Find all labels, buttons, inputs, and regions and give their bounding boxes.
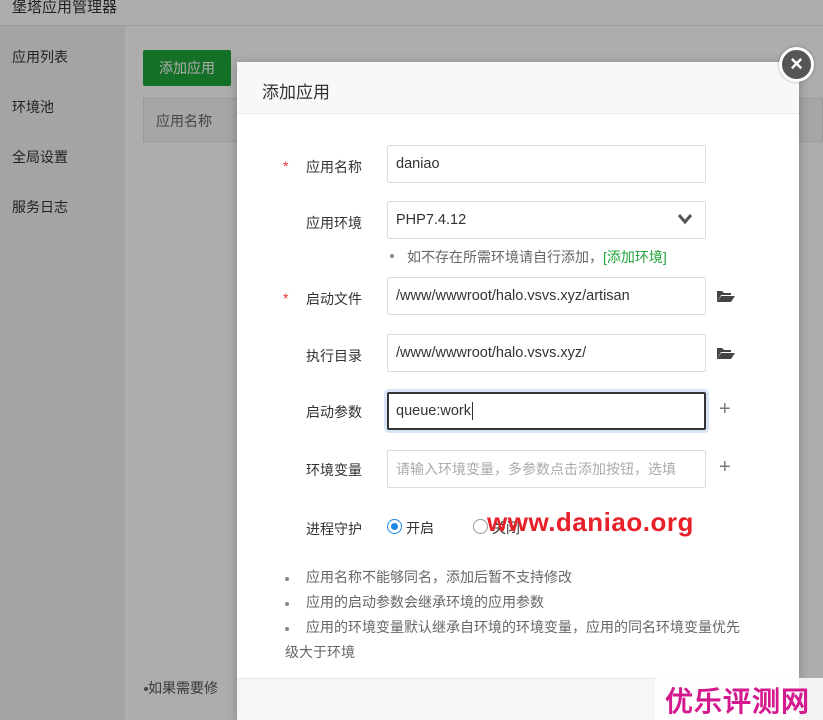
app-env-select[interactable]: PHP7.4.12 <box>387 201 706 239</box>
folder-open-icon[interactable] <box>716 346 735 360</box>
note-3-continued: 级大于环境 <box>285 644 355 660</box>
hint-bullet <box>390 254 394 258</box>
folder-open-icon[interactable] <box>716 289 735 303</box>
note-bullet <box>285 602 289 606</box>
app-name-input[interactable]: daniao <box>387 145 706 183</box>
start-params-value: queue:work <box>396 403 471 419</box>
daemon-off-radio[interactable] <box>473 519 488 534</box>
exec-dir-label: 执行目录 <box>306 348 362 364</box>
start-file-label: 启动文件 <box>306 291 362 307</box>
note-1: 应用名称不能够同名，添加后暂不支持修改 <box>306 569 572 585</box>
brand-watermark-text: 优乐评测网 <box>665 686 811 717</box>
start-params-input[interactable]: queue:work <box>387 392 706 430</box>
close-icon[interactable]: × <box>779 47 814 82</box>
add-env-link[interactable]: [添加环境] <box>603 249 667 265</box>
dialog-title: 添加应用 <box>262 83 330 102</box>
env-hint: 如不存在所需环境请自行添加，[添加环境] <box>407 247 667 267</box>
app-name-label: 应用名称 <box>306 159 362 175</box>
note-2: 应用的启动参数会继承环境的应用参数 <box>306 594 544 610</box>
note-3: 应用的环境变量默认继承自环境的环境变量，应用的同名环境变量优先 <box>306 619 740 635</box>
daemon-label: 进程守护 <box>306 521 362 537</box>
app-env-value: PHP7.4.12 <box>396 212 467 228</box>
start-file-input[interactable]: /www/wwwroot/halo.vsvs.xyz/artisan <box>387 277 706 315</box>
daemon-on-label[interactable]: 开启 <box>406 518 434 538</box>
chevron-down-icon <box>677 214 693 225</box>
dialog-header: 添加应用 <box>237 62 799 114</box>
site-watermark: www.daniao.org <box>487 507 694 537</box>
env-hint-text: 如不存在所需环境请自行添加， <box>407 249 603 265</box>
note-bullet <box>285 577 289 581</box>
env-vars-label: 环境变量 <box>306 462 362 478</box>
daemon-on-radio[interactable] <box>387 519 402 534</box>
start-params-label: 启动参数 <box>306 404 362 420</box>
note-bullet <box>285 627 289 631</box>
exec-dir-input[interactable]: /www/wwwroot/halo.vsvs.xyz/ <box>387 334 706 372</box>
app-env-label: 应用环境 <box>306 215 362 231</box>
add-app-dialog: 添加应用 * 应用名称 daniao 应用环境 PHP7.4.12 如不存在所需… <box>237 62 799 720</box>
plus-icon[interactable]: + <box>719 399 731 419</box>
brand-watermark: 优乐评测网 <box>655 678 823 720</box>
env-vars-input[interactable]: 请输入环境变量，多参数点击添加按钮，选填 <box>387 450 706 488</box>
plus-icon[interactable]: + <box>719 457 731 477</box>
text-caret <box>471 402 473 421</box>
